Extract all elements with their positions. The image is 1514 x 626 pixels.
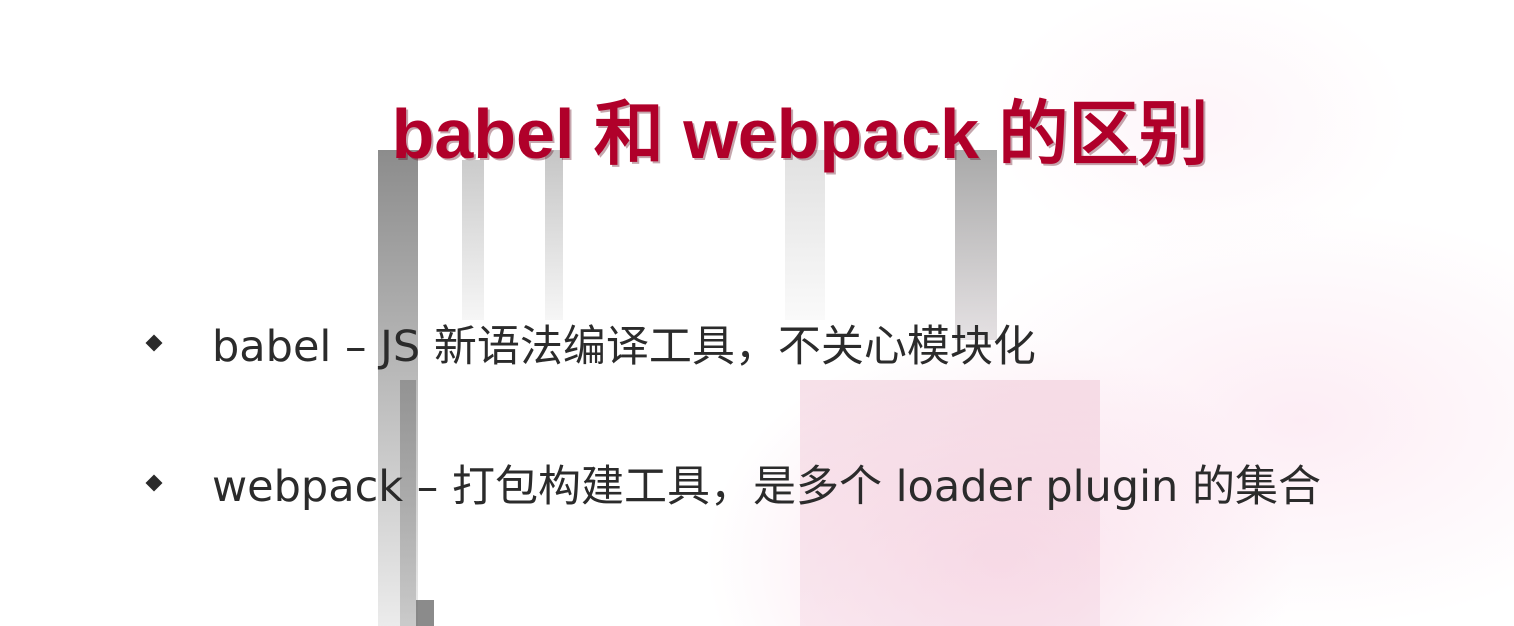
bullet-text: webpack – 打包构建工具，是多个 loader plugin 的集合: [212, 462, 1321, 512]
background-artifact: [416, 600, 434, 626]
slide-title: babel 和 webpack 的区别: [391, 95, 1209, 173]
bullet-item-babel: babel – JS 新语法编译工具，不关心模块化: [140, 312, 1321, 374]
bullet-item-webpack: webpack – 打包构建工具，是多个 loader plugin 的集合: [140, 452, 1321, 514]
diamond-bullet-icon: [146, 475, 162, 491]
slide: babel 和 webpack 的区别 babel – JS 新语法编译工具，不…: [0, 0, 1514, 626]
bullet-list: babel – JS 新语法编译工具，不关心模块化 webpack – 打包构建…: [140, 312, 1321, 592]
diamond-bullet-icon: [146, 335, 162, 351]
background-artifact: [462, 160, 484, 320]
bullet-text: babel – JS 新语法编译工具，不关心模块化: [212, 322, 1036, 372]
